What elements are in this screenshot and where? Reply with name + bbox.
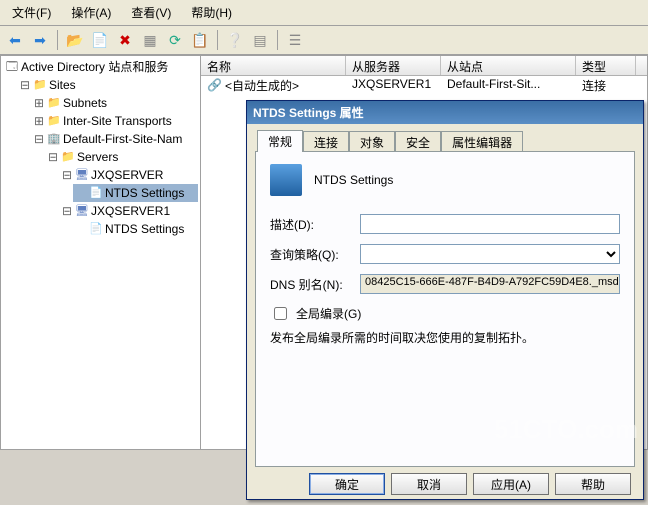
tree-label: Default-First-Site-Nam (63, 130, 182, 148)
description-label: 描述(D): (270, 216, 360, 233)
tree-label: Servers (77, 148, 118, 166)
dialog-heading: NTDS Settings (314, 173, 393, 187)
view-icon[interactable]: ▤ (249, 29, 271, 51)
help-icon[interactable]: ❔ (224, 29, 246, 51)
list-value: <自动生成的> (225, 77, 299, 94)
toolbar-separator (217, 30, 218, 50)
tree-label: Sites (49, 76, 76, 94)
tree-servers[interactable]: ⊟ 📁 Servers (45, 148, 198, 166)
folder-icon: 🗔 (5, 60, 19, 74)
tab-attribute-editor[interactable]: 属性编辑器 (441, 131, 523, 151)
tree-ist[interactable]: ⊞ 📁 Inter-Site Transports (31, 112, 198, 130)
ok-button[interactable]: 确定 (309, 473, 385, 495)
ntds-icon (270, 164, 302, 196)
tree-ntds2[interactable]: 📄 NTDS Settings (73, 220, 198, 238)
dns-alias-value: 08425C15-666E-487F-B4D9-A792FC59D4E8._ms… (360, 274, 620, 294)
list-row[interactable]: 🔗 <自动生成的> JXQSERVER1 Default-First-Sit..… (201, 76, 647, 94)
dialog-body: 常规 连接 对象 安全 属性编辑器 NTDS Settings 描述(D): 查… (247, 124, 643, 499)
tree-sites[interactable]: ⊟ 📁 Sites (17, 76, 198, 94)
tab-connections[interactable]: 连接 (303, 131, 349, 151)
tree-server2[interactable]: ⊟ 🖥 JXQSERVER1 (59, 202, 198, 220)
global-catalog-label: 全局编录(G) (296, 305, 361, 322)
tree-subnets[interactable]: ⊞ 📁 Subnets (31, 94, 198, 112)
column-header-name[interactable]: 名称 (201, 56, 346, 75)
list-cell-site: Default-First-Sit... (441, 76, 576, 94)
gc-note: 发布全局编录所需的时间取决您使用的复制拓扑。 (270, 329, 620, 346)
folder-icon: 📁 (47, 96, 61, 110)
expander-icon[interactable]: ⊞ (33, 112, 45, 130)
list-cell-type: 连接 (576, 76, 636, 94)
tab-object[interactable]: 对象 (349, 131, 395, 151)
delete-icon[interactable]: ✖ (114, 29, 136, 51)
tree-root-item[interactable]: 🗔 Active Directory 站点和服务 (3, 58, 198, 76)
folder-icon: 📁 (33, 78, 47, 92)
tree-label: NTDS Settings (105, 184, 184, 202)
back-icon[interactable]: ⬅ (4, 29, 26, 51)
site-icon: 🏢 (47, 132, 61, 146)
dns-alias-label: DNS 别名(N): (270, 276, 360, 293)
up-icon[interactable]: 📂 (64, 29, 86, 51)
query-policy-label: 查询策略(Q): (270, 246, 360, 263)
menu-bar: 文件(F) 操作(A) 查看(V) 帮助(H) (0, 0, 648, 26)
dialog-title[interactable]: NTDS Settings 属性 (247, 101, 643, 124)
help-button[interactable]: 帮助 (555, 473, 631, 495)
toolbar-separator (277, 30, 278, 50)
column-header-type[interactable]: 类型 (576, 56, 636, 75)
folder-icon: 📁 (47, 114, 61, 128)
query-policy-select[interactable] (360, 244, 620, 264)
server-icon: 🖥 (75, 168, 89, 182)
expander-icon[interactable]: ⊟ (33, 130, 45, 148)
toolbar: ⬅ ➡ 📂 📄 ✖ ▦ ⟳ 📋 ❔ ▤ ☰ (0, 26, 648, 55)
properties-icon[interactable]: 📄 (89, 29, 111, 51)
global-catalog-checkbox[interactable] (274, 307, 287, 320)
tree-pane[interactable]: 🗔 Active Directory 站点和服务 ⊟ 📁 Sites ⊞ 📁 S… (1, 56, 201, 449)
apply-button[interactable]: 应用(A) (473, 473, 549, 495)
expander-icon[interactable]: ⊞ (33, 94, 45, 112)
tree-label: JXQSERVER (91, 166, 163, 184)
menu-view[interactable]: 查看(V) (123, 2, 179, 23)
tree-site1[interactable]: ⊟ 🏢 Default-First-Site-Nam (31, 130, 198, 148)
forward-icon[interactable]: ➡ (29, 29, 51, 51)
tree-ntds1[interactable]: 📄 NTDS Settings (73, 184, 198, 202)
properties-dialog: NTDS Settings 属性 常规 连接 对象 安全 属性编辑器 NTDS … (246, 100, 644, 500)
settings-icon[interactable]: ☰ (284, 29, 306, 51)
filter-icon[interactable]: ▦ (139, 29, 161, 51)
expander-icon[interactable]: ⊟ (61, 202, 73, 220)
list-cell-name: 🔗 <自动生成的> (201, 76, 346, 94)
menu-help[interactable]: 帮助(H) (183, 2, 240, 23)
tree-label: Subnets (63, 94, 107, 112)
list-header: 名称 从服务器 从站点 类型 (201, 56, 647, 76)
expander-icon[interactable]: ⊟ (47, 148, 59, 166)
dialog-buttons: 确定 取消 应用(A) 帮助 (255, 467, 635, 495)
export-icon[interactable]: 📋 (189, 29, 211, 51)
cancel-button[interactable]: 取消 (391, 473, 467, 495)
tree-label: Inter-Site Transports (63, 112, 172, 130)
description-input[interactable] (360, 214, 620, 234)
tab-general[interactable]: 常规 (257, 130, 303, 152)
connection-icon: 🔗 (207, 78, 222, 92)
tree-label: Active Directory 站点和服务 (21, 58, 168, 76)
tab-panel-general: NTDS Settings 描述(D): 查询策略(Q): DNS 别名(N):… (255, 152, 635, 467)
list-cell-from: JXQSERVER1 (346, 76, 441, 94)
menu-file[interactable]: 文件(F) (4, 2, 59, 23)
refresh-icon[interactable]: ⟳ (164, 29, 186, 51)
settings-icon: 📄 (89, 222, 103, 236)
tree-server1[interactable]: ⊟ 🖥 JXQSERVER (59, 166, 198, 184)
settings-icon: 📄 (89, 186, 103, 200)
tree-label: NTDS Settings (105, 220, 184, 238)
tree-label: JXQSERVER1 (91, 202, 170, 220)
expander-icon[interactable]: ⊟ (61, 166, 73, 184)
toolbar-separator (57, 30, 58, 50)
menu-action[interactable]: 操作(A) (63, 2, 119, 23)
tabstrip: 常规 连接 对象 安全 属性编辑器 (255, 130, 635, 152)
column-header-from[interactable]: 从服务器 (346, 56, 441, 75)
folder-icon: 📁 (61, 150, 75, 164)
column-header-site[interactable]: 从站点 (441, 56, 576, 75)
tab-security[interactable]: 安全 (395, 131, 441, 151)
server-icon: 🖥 (75, 204, 89, 218)
expander-icon[interactable]: ⊟ (19, 76, 31, 94)
